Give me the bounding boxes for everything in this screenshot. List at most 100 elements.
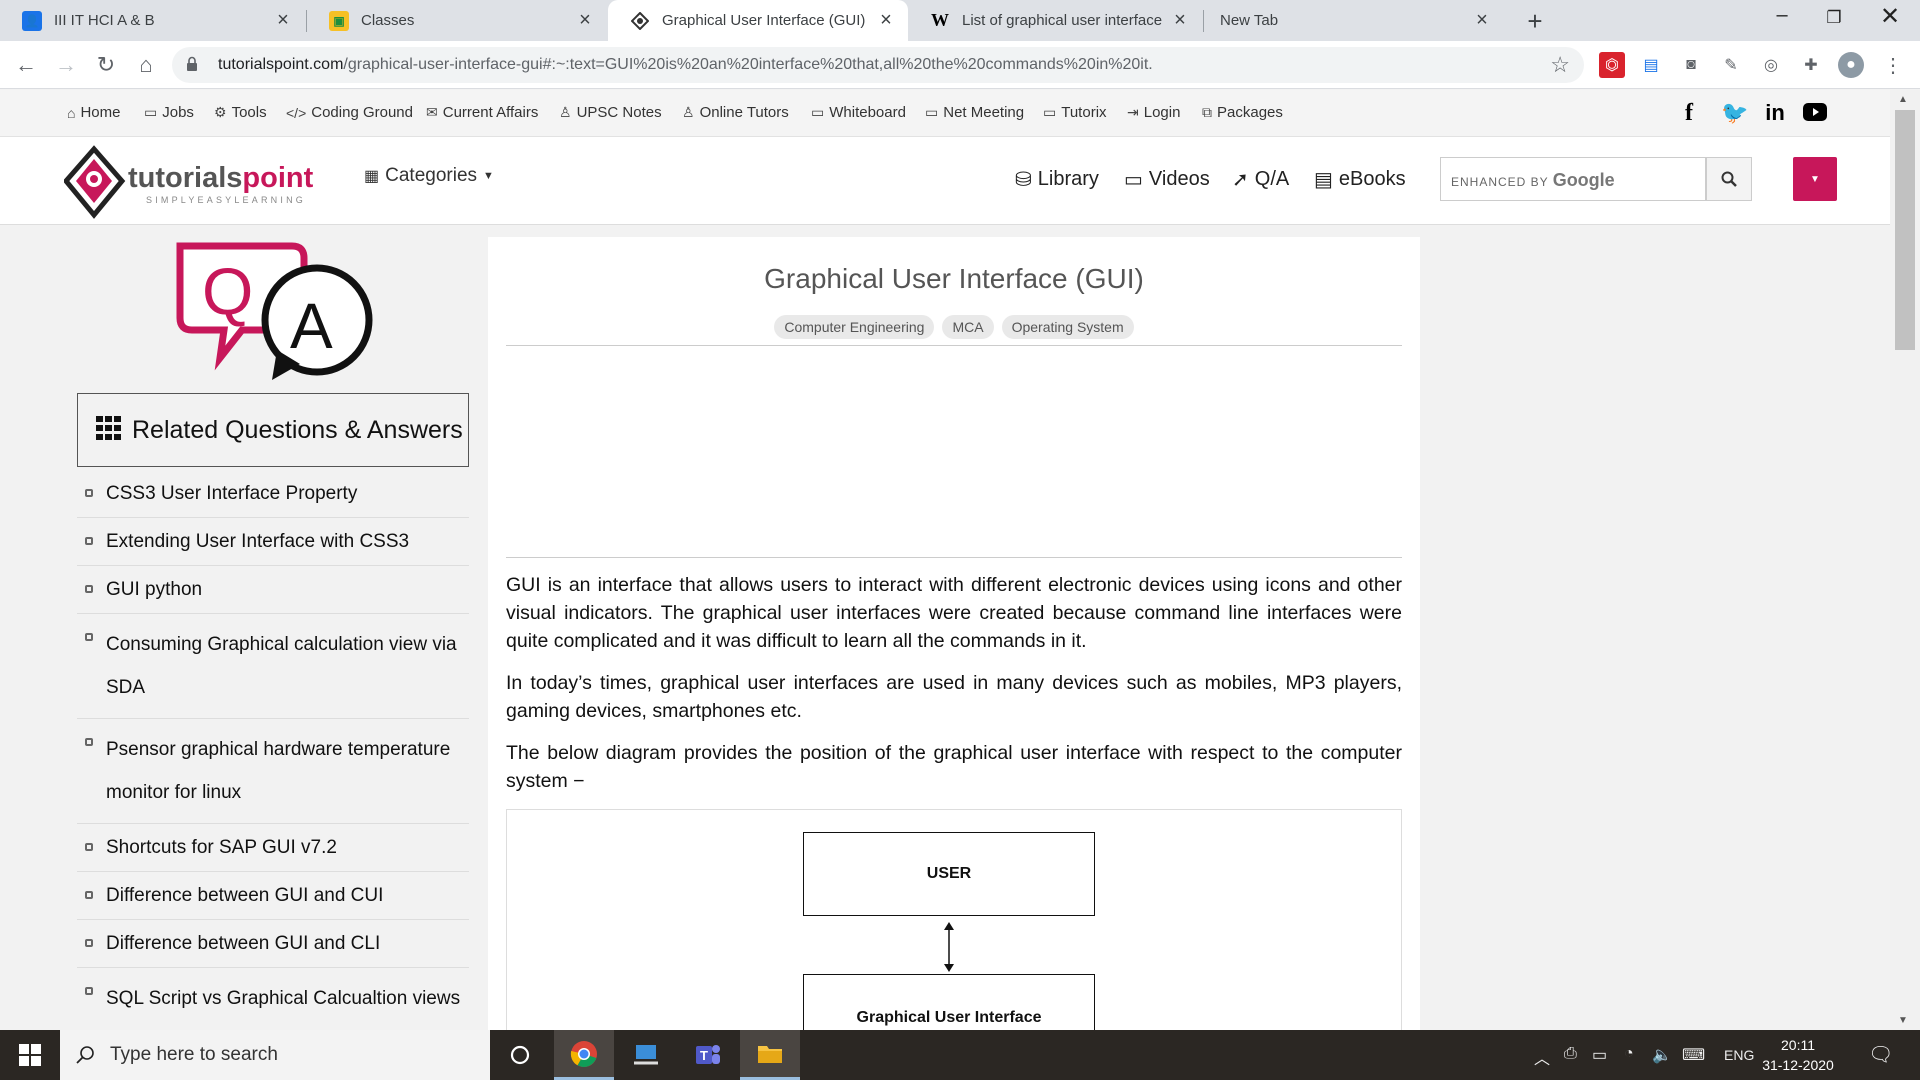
tag[interactable]: Computer Engineering [774,315,935,339]
browser-tab-active[interactable]: Graphical User Interface (GUI) × [608,0,908,41]
browser-tab[interactable]: ▣ Classes × [307,0,607,41]
browser-tab[interactable]: 👤 III IT HCI A & B × [0,0,305,41]
taskbar-clock[interactable]: 20:11 31-12-2020 [1758,1035,1838,1075]
browser-tab[interactable]: New Tab × [1204,0,1504,41]
categories-dropdown[interactable]: ▦ Categories ▼ [364,165,494,187]
related-link[interactable]: GUI python [77,566,469,614]
teams-icon: T [696,1045,720,1064]
nav-tools[interactable]: ⚙ Tools [214,104,267,121]
grid-icon: ▦ [364,168,380,185]
nav-current-affairs[interactable]: ✉ Current Affairs [426,104,538,121]
login-icon: ⇥ [1127,104,1139,120]
related-link[interactable]: Difference between GUI and CUI [77,872,469,920]
bookmark-star-icon[interactable]: ☆ [1550,52,1570,78]
show-hidden-icons[interactable]: ︿ [1534,1045,1550,1069]
back-icon[interactable]: ← [10,49,42,81]
close-tab-icon[interactable]: × [575,9,595,32]
related-link[interactable]: CSS3 User Interface Property [77,470,469,518]
videos-link[interactable]: ▭ Videos [1124,167,1210,192]
diagram-bidirectional-arrow [944,922,954,972]
home-icon: ⌂ [67,104,76,121]
close-tab-icon[interactable]: × [1472,9,1492,32]
related-link[interactable]: Psensor graphical hardware temperature m… [77,719,469,824]
menu-dropdown-button[interactable]: ▼ [1793,157,1837,201]
library-icon: ⛁ [1015,169,1032,191]
meet-now-icon[interactable]: ⎙ [1564,1045,1577,1063]
diagram-user-box: USER [803,832,1095,916]
video-icon: ▭ [1043,104,1057,120]
qa-link[interactable]: ➚ Q/A [1232,167,1289,192]
taskbar-chrome[interactable] [554,1030,614,1080]
page-scrollbar[interactable]: ▲ ▼ [1890,90,1920,1030]
screen-extension-icon[interactable]: ▤ [1638,52,1664,78]
bullet-icon [85,891,93,899]
related-link[interactable]: Consuming Graphical calculation view via… [77,614,469,719]
tag[interactable]: Operating System [1001,315,1134,339]
wifi-icon[interactable]: ◔ [1624,1045,1634,1063]
nav-online-tutors[interactable]: ♙ Online Tutors [682,104,789,121]
volume-icon[interactable]: 🔈 [1652,1045,1672,1065]
close-tab-icon[interactable]: × [876,9,896,32]
new-tab-button[interactable]: + [1520,6,1550,37]
search-button[interactable] [1706,157,1752,201]
scroll-down-icon[interactable]: ▼ [1898,1015,1908,1026]
library-link[interactable]: ⛁ Library [1015,167,1099,192]
input-language[interactable]: ENG [1724,1047,1754,1063]
taskbar-file-explorer[interactable] [740,1030,800,1080]
scroll-thumb[interactable] [1895,110,1915,350]
close-tab-icon[interactable]: × [273,9,293,32]
svg-text:tutorialspoint: tutorialspoint [128,162,314,194]
forward-icon[interactable]: → [50,49,82,81]
google-search-input[interactable]: ENHANCED BY Google [1440,157,1706,201]
nav-home[interactable]: ⌂ Home [67,104,120,121]
extension-icon[interactable]: ◎ [1758,52,1784,78]
tools-icon: ⚙ [214,104,227,120]
related-link[interactable]: Difference between GUI and CLI [77,920,469,968]
nav-login[interactable]: ⇥ Login [1127,104,1180,121]
scroll-up-icon[interactable]: ▲ [1898,94,1908,105]
url-field[interactable]: tutorialspoint.com/graphical-user-interf… [172,47,1584,83]
keyboard-icon[interactable]: ⌨ [1682,1045,1705,1065]
close-tab-icon[interactable]: × [1170,9,1190,32]
youtube-icon[interactable] [1800,100,1830,128]
related-link[interactable]: Extending User Interface with CSS3 [77,518,469,566]
taskbar-search-box[interactable]: Type here to search [60,1030,490,1080]
profile-avatar[interactable]: ● [1838,52,1864,78]
ebooks-link[interactable]: ▤ eBooks [1314,167,1406,192]
battery-icon[interactable]: ▭ [1592,1045,1607,1065]
browser-menu-icon[interactable]: ⋮ [1880,52,1906,78]
bullet-icon [85,489,93,497]
notifications-icon[interactable]: 🗨 [1868,1042,1893,1067]
tag[interactable]: MCA [942,315,994,339]
url-text: tutorialspoint.com/graphical-user-interf… [218,56,1153,73]
minimize-icon[interactable]: – [1762,4,1802,27]
taskbar-app[interactable] [616,1030,676,1080]
home-icon[interactable]: ⌂ [130,49,162,81]
close-window-icon[interactable]: ✕ [1870,2,1910,31]
nav-whiteboard[interactable]: ▭ Whiteboard [811,104,906,121]
nav-tutorix[interactable]: ▭ Tutorix [1043,104,1107,121]
nav-coding-ground[interactable]: </> Coding Ground [286,104,413,121]
nav-jobs[interactable]: ▭ Jobs [144,104,194,121]
nav-net-meeting[interactable]: ▭ Net Meeting [925,104,1024,121]
twitter-icon[interactable]: 🐦 [1720,100,1750,126]
restore-icon[interactable]: ❐ [1814,8,1854,28]
related-link[interactable]: Shortcuts for SAP GUI v7.2 [77,824,469,872]
taskbar-teams[interactable]: T [678,1030,738,1080]
site-header: tutorialspoint SIMPLYEASYLEARNING ▦ Cate… [0,137,1890,225]
nav-packages[interactable]: ⧉ Packages [1202,104,1283,121]
tutorialspoint-logo[interactable]: tutorialspoint SIMPLYEASYLEARNING [62,145,334,219]
linkedin-icon[interactable]: in [1760,100,1790,126]
camera-extension-icon[interactable]: ◙ [1678,52,1704,78]
extensions-puzzle-icon[interactable]: ✚ [1798,52,1824,78]
start-button[interactable] [0,1030,60,1080]
acrobat-extension-icon[interactable]: ⏣ [1599,52,1625,78]
reload-icon[interactable]: ↻ [90,49,122,81]
paper-plane-icon: ➚ [1232,169,1249,191]
browser-tab[interactable]: W List of graphical user interface el × [908,0,1202,41]
nav-upsc-notes[interactable]: ♙ UPSC Notes [559,104,662,121]
facebook-icon[interactable]: f [1674,100,1704,127]
lock-icon [187,56,197,71]
eyedropper-extension-icon[interactable]: ✎ [1718,52,1744,78]
task-view-button[interactable] [490,1030,550,1080]
